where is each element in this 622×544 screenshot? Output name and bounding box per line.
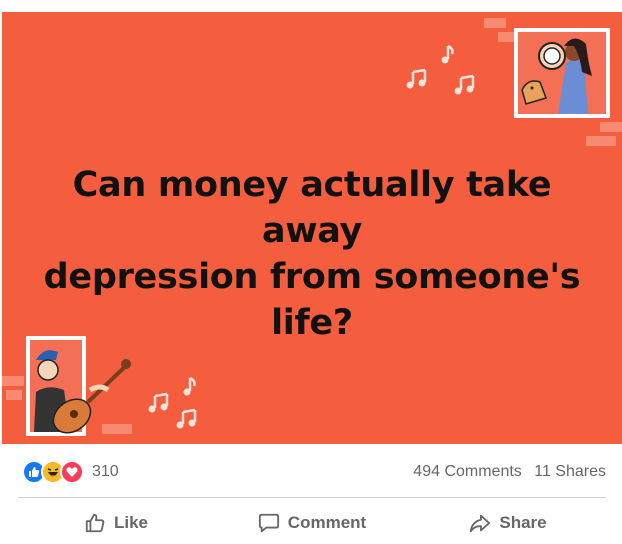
comments-count-link[interactable]: 494 Comments <box>413 463 522 480</box>
question-line: depression from someone's <box>43 257 581 297</box>
wall-brick <box>6 390 22 400</box>
divider <box>18 497 606 498</box>
guitar-icon <box>52 359 132 434</box>
music-note-icon <box>148 392 169 413</box>
music-note-icon <box>441 44 454 64</box>
wall-brick <box>600 122 622 132</box>
thumbs-up-icon <box>85 513 105 533</box>
post-card: Can money actually take away depression … <box>0 0 622 544</box>
question-line: life? <box>271 303 353 343</box>
post-stats: 310 494 Comments 11 Shares <box>18 455 606 491</box>
comment-button-label: Comment <box>287 513 367 532</box>
comment-button[interactable]: Comment <box>214 503 410 543</box>
share-button-label: Share <box>499 513 547 532</box>
like-button-label: Like <box>113 513 149 532</box>
music-note-icon <box>454 74 475 95</box>
post-question-text: Can money actually take away depression … <box>22 162 602 346</box>
share-button[interactable]: Share <box>410 503 606 543</box>
like-button[interactable]: Like <box>18 503 214 543</box>
reactions-summary[interactable]: 310 <box>22 460 119 484</box>
music-note-icon <box>183 376 196 396</box>
engagement-counts: 494 Comments 11 Shares <box>405 463 606 481</box>
music-note-icon <box>176 408 197 429</box>
question-line: Can money actually take away <box>72 165 552 251</box>
post-image-banner[interactable]: Can money actually take away depression … <box>2 12 622 444</box>
wall-brick <box>586 136 616 146</box>
love-reaction-icon <box>60 460 84 484</box>
reaction-count[interactable]: 310 <box>92 463 119 481</box>
shares-count-link[interactable]: 11 Shares <box>534 463 606 480</box>
comment-bubble-icon <box>258 513 279 533</box>
wall-brick <box>2 376 24 386</box>
music-note-icon <box>406 68 427 89</box>
share-arrow-icon <box>470 514 491 533</box>
wall-brick <box>484 18 506 28</box>
woman-tambourine-illustration <box>514 28 610 118</box>
post-actions-bar: Like Comment Share <box>18 503 606 543</box>
